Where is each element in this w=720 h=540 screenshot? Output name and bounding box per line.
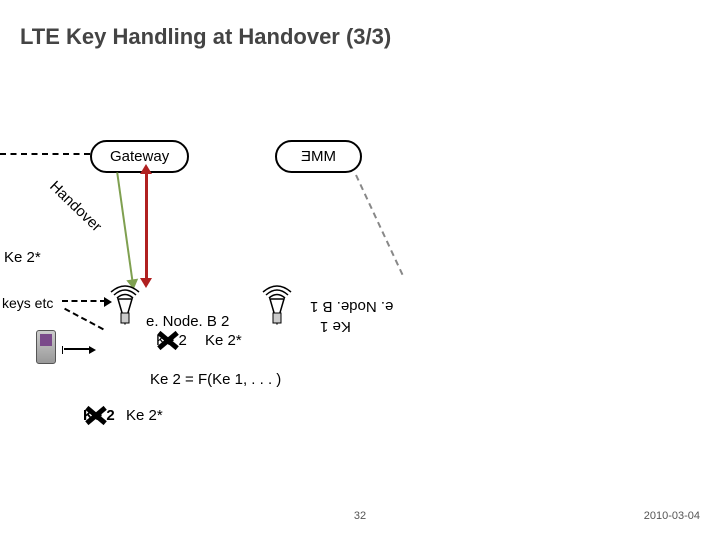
- ke2star-bottom-label: Ke 2*: [126, 407, 163, 424]
- ke2star-left-label: Ke 2*: [4, 249, 41, 266]
- enodeb2-label: e. Node. B 2: [146, 313, 229, 330]
- slide-date: 2010-03-04: [644, 510, 700, 522]
- dashed-line-to-gateway: [0, 153, 90, 155]
- keys-arrow: [62, 300, 106, 302]
- attach-arrow: [64, 348, 90, 350]
- red-double-arrow: [145, 172, 148, 280]
- enodeb1-tower-icon: [260, 285, 294, 325]
- dashed-line-mme: [355, 175, 403, 276]
- diag-arrow: [64, 308, 104, 330]
- enodeb2-tower-icon: [108, 285, 142, 325]
- mme-box: MME: [275, 140, 362, 173]
- handover-label: Handover: [46, 178, 105, 235]
- keys-etc-label: keys etc: [2, 295, 53, 311]
- key-formula: Ke 2 = F(Ke 1, . . . ): [150, 371, 281, 388]
- ke2star-label: Ke 2*: [205, 332, 242, 349]
- handover-arrow: [116, 172, 134, 283]
- mme-label: MME: [301, 148, 336, 165]
- ke1-label: Ke 1: [320, 318, 351, 335]
- page-title: LTE Key Handling at Handover (3/3): [20, 24, 391, 50]
- phone-icon: [36, 330, 56, 364]
- slide-number: 32: [354, 510, 366, 522]
- enodeb1-label: e. Node. B 1: [310, 298, 393, 315]
